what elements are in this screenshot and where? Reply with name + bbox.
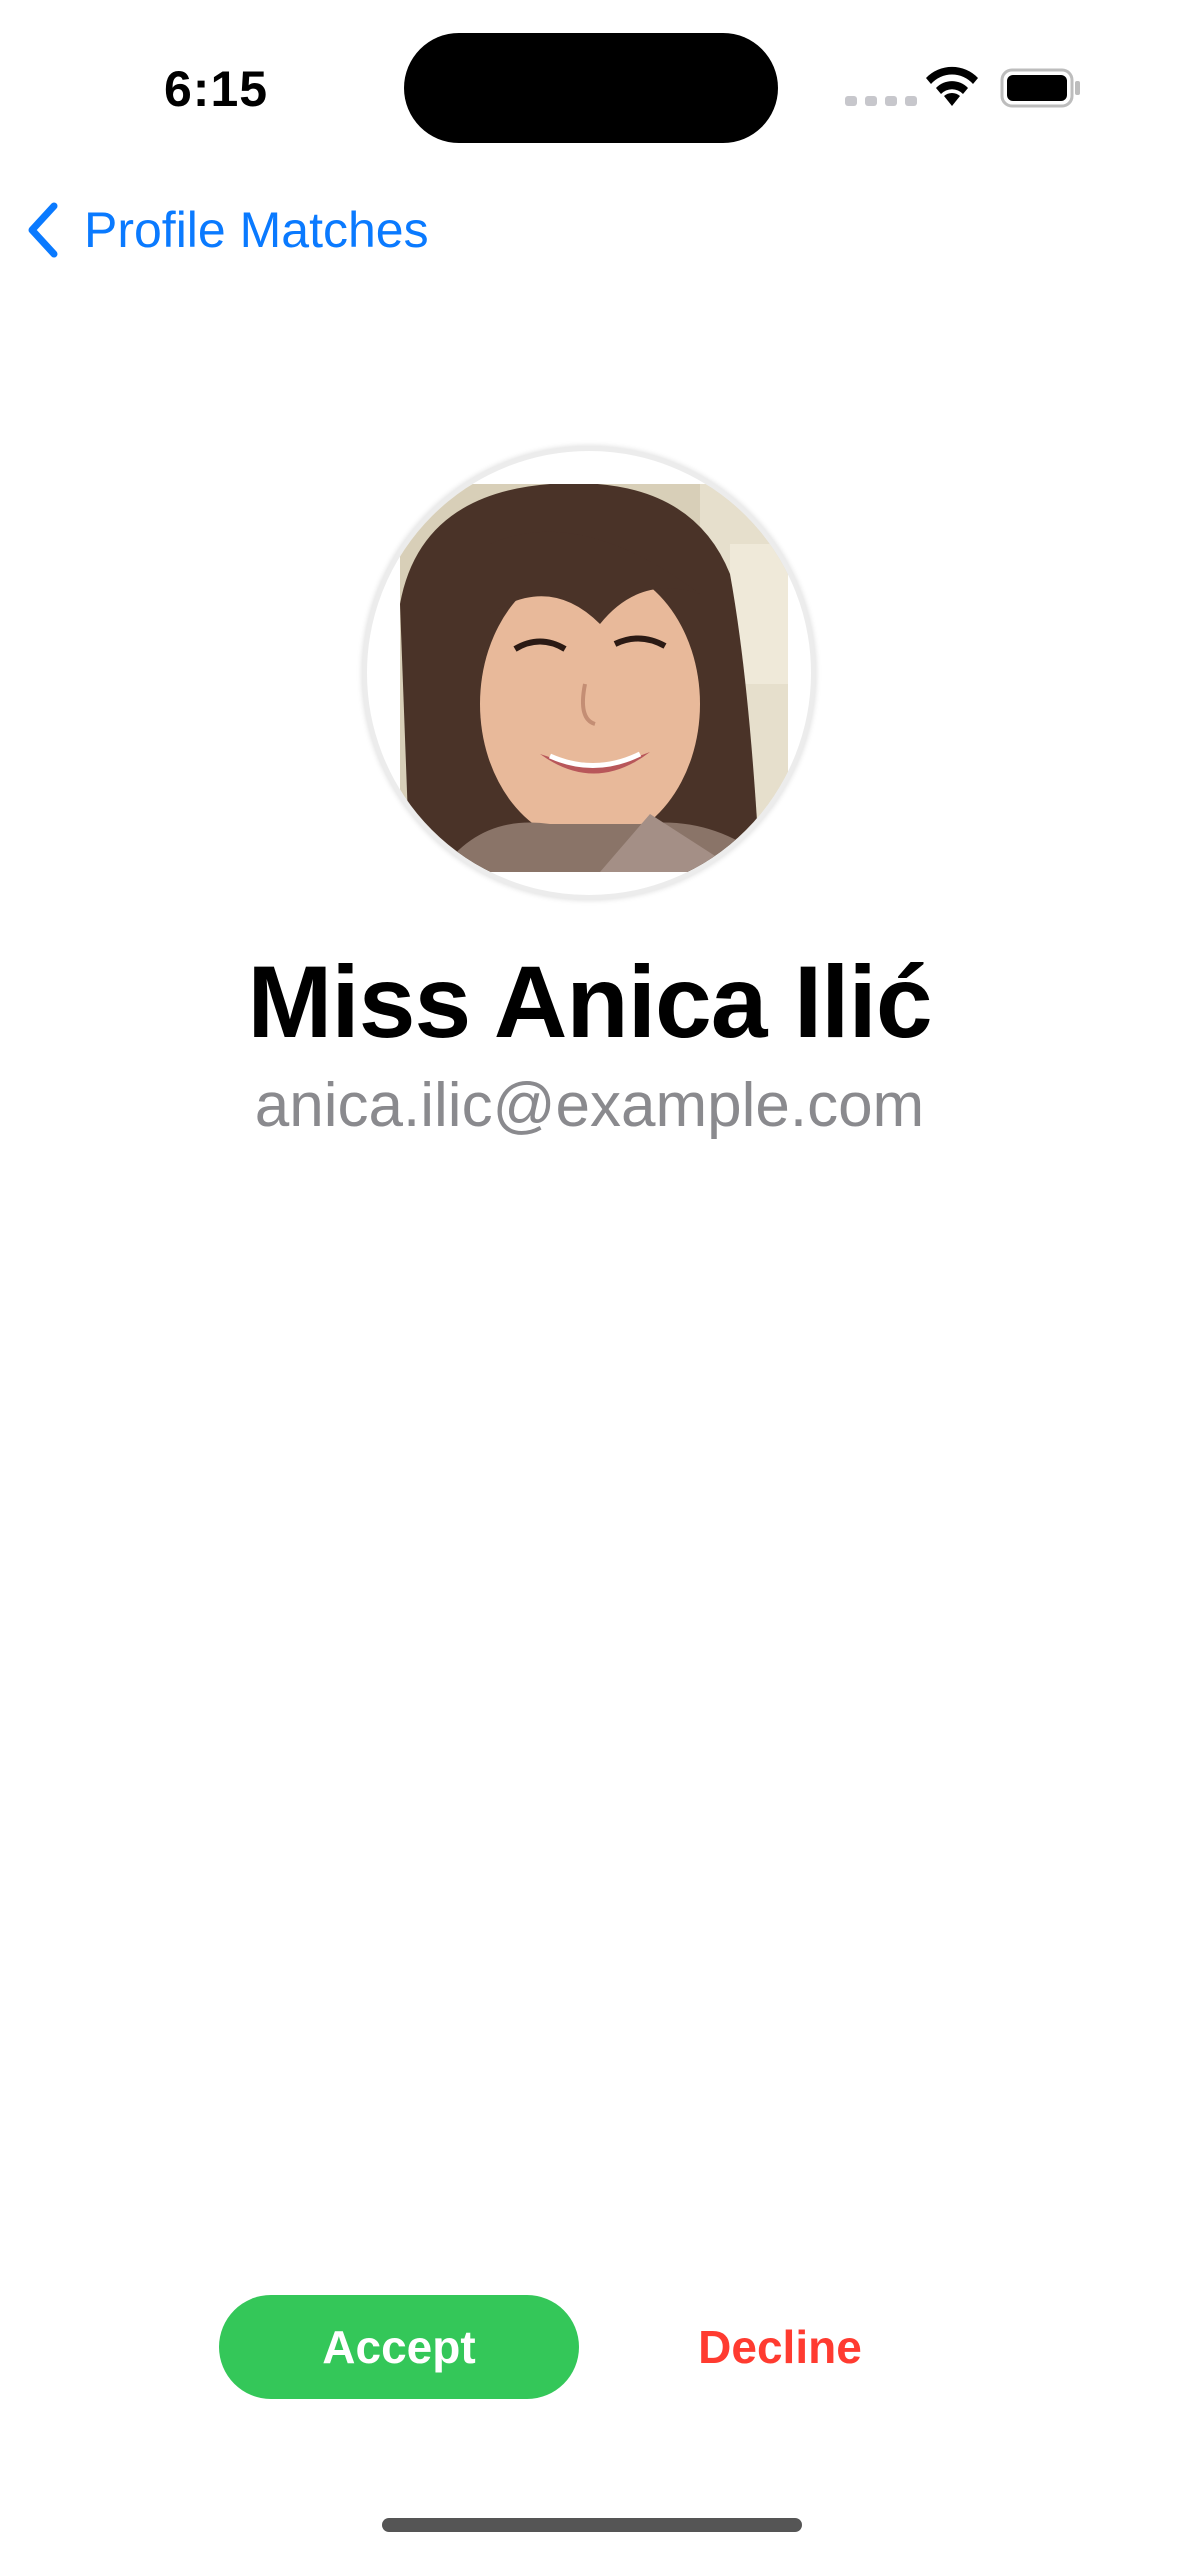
battery-icon [1000,68,1080,108]
profile-photo [400,484,788,872]
back-label: Profile Matches [84,202,429,258]
profile-email: anica.ilic@example.com [254,1071,925,1140]
profile-name: Miss Anica Ilić [247,945,932,1059]
dynamic-island [404,33,778,143]
chevron-left-icon [28,202,58,258]
accept-button[interactable]: Accept [219,2295,579,2399]
home-indicator[interactable] [382,2518,802,2532]
cellular-signal-icon [845,96,917,106]
status-time: 6:15 [164,61,269,117]
back-button[interactable]: Profile Matches [22,192,429,268]
wifi-icon [926,66,978,106]
decline-button[interactable]: Decline [660,2295,900,2399]
avatar [362,446,816,900]
status-bar: 6:15 [0,0,1179,180]
